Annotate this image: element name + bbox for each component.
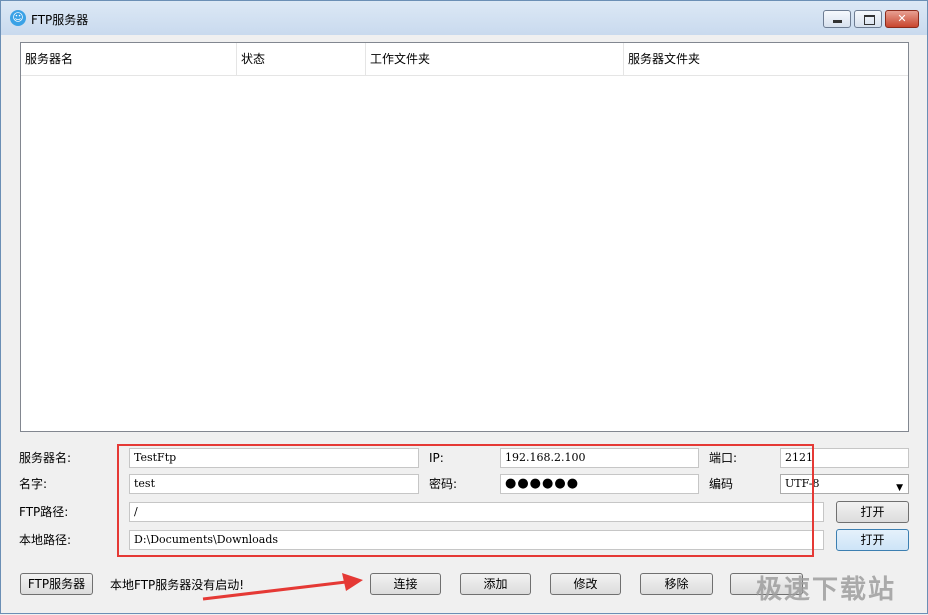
port-input[interactable]: 2121 <box>780 448 909 468</box>
connect-button[interactable]: 连接 <box>370 573 441 595</box>
ftp-server-window: ☺ FTP服务器 ✕ 服务器名 状态 工作文件夹 服务器文件夹 服务器名: Te… <box>0 0 928 614</box>
ftp-path-label: FTP路径: <box>19 505 69 519</box>
close-icon: ✕ <box>897 12 907 25</box>
ip-input[interactable]: 192.168.2.100 <box>500 448 699 468</box>
status-text: 本地FTP服务器没有启动! <box>110 578 245 592</box>
minimize-icon <box>833 20 842 23</box>
list-header: 服务器名 状态 工作文件夹 服务器文件夹 <box>21 43 908 76</box>
column-header-server-name[interactable]: 服务器名 <box>21 43 237 75</box>
encoding-select[interactable]: UTF-8 ▼ <box>780 474 909 494</box>
ip-label: IP: <box>429 451 444 465</box>
modify-button[interactable]: 修改 <box>550 573 621 595</box>
close-button[interactable]: ✕ <box>885 10 919 28</box>
open-local-path-button[interactable]: 打开 <box>836 529 909 551</box>
encoding-value: UTF-8 <box>785 477 820 490</box>
watermark: 极速下载站 <box>756 575 897 605</box>
add-button[interactable]: 添加 <box>460 573 531 595</box>
port-label: 端口: <box>709 451 738 465</box>
open-ftp-path-button[interactable]: 打开 <box>836 501 909 523</box>
password-input[interactable]: ●●●●●● <box>500 474 699 494</box>
username-label: 名字: <box>19 477 48 491</box>
username-input[interactable]: test <box>129 474 419 494</box>
remove-button[interactable]: 移除 <box>640 573 713 595</box>
column-header-status[interactable]: 状态 <box>237 43 366 75</box>
password-label: 密码: <box>429 477 458 491</box>
server-name-label: 服务器名: <box>19 451 72 465</box>
ftp-server-button[interactable]: FTP服务器 <box>20 573 93 595</box>
ftp-path-input[interactable]: / <box>129 502 824 522</box>
maximize-icon <box>864 15 875 25</box>
maximize-button[interactable] <box>854 10 882 28</box>
title-bar: ☺ FTP服务器 ✕ <box>1 1 927 35</box>
minimize-button[interactable] <box>823 10 851 28</box>
server-name-input[interactable]: TestFtp <box>129 448 419 468</box>
server-list[interactable]: 服务器名 状态 工作文件夹 服务器文件夹 <box>20 42 909 432</box>
encoding-label: 编码 <box>709 477 734 491</box>
column-header-work-folder[interactable]: 工作文件夹 <box>366 43 624 75</box>
window-title: FTP服务器 <box>31 13 89 27</box>
column-header-server-folder[interactable]: 服务器文件夹 <box>624 43 908 75</box>
chevron-down-icon: ▼ <box>896 483 903 493</box>
app-icon: ☺ <box>10 10 26 26</box>
local-path-input[interactable]: D:\Documents\Downloads <box>129 530 824 550</box>
local-path-label: 本地路径: <box>19 533 72 547</box>
